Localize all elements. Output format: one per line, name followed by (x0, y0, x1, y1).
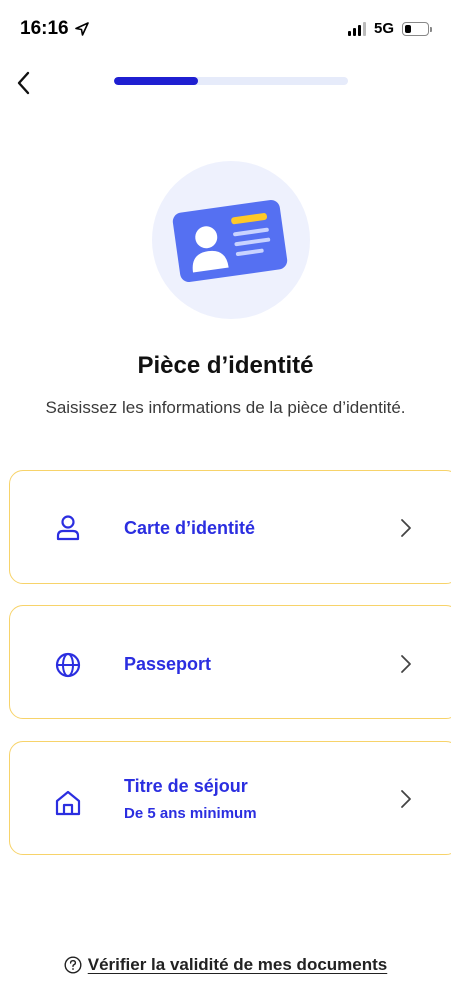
location-arrow-icon (74, 22, 89, 36)
battery-level (405, 24, 412, 33)
chevron-right-icon (401, 655, 411, 673)
help-circle-icon (64, 956, 82, 974)
option-label: Titre de séjour (124, 776, 248, 796)
page-title: Pièce d’identité (137, 352, 314, 379)
progress-bar (114, 77, 348, 85)
progress-fill (114, 77, 199, 85)
status-bar: 16:16 5G (0, 0, 451, 60)
option-label: Passeport (124, 654, 212, 674)
back-button[interactable] (8, 66, 38, 100)
verify-documents-text[interactable]: Vérifier la validité de mes documents (88, 955, 388, 975)
option-carte-identite[interactable]: Carte d’identité (9, 470, 451, 584)
user-icon (56, 515, 80, 541)
option-label: Carte d’identité (124, 518, 256, 538)
time-text: 16:16 (20, 18, 69, 39)
verify-documents-link[interactable]: Vérifier la validité de mes documents (0, 955, 451, 975)
status-time: 16:16 (20, 18, 89, 40)
option-titre-sejour[interactable]: Titre de séjour De 5 ans minimum (9, 741, 451, 855)
battery-icon (402, 21, 432, 36)
home-icon (55, 790, 81, 816)
chevron-right-icon (401, 519, 411, 537)
id-card-icon (172, 199, 288, 283)
signal-icon (347, 21, 366, 36)
network-label: 5G (373, 20, 394, 37)
chevron-right-icon (401, 790, 411, 808)
option-sublabel: De 5 ans minimum (124, 805, 257, 822)
status-indicators: 5G (347, 20, 432, 37)
globe-icon (55, 652, 81, 678)
option-passeport[interactable]: Passeport (9, 605, 451, 719)
page-subtitle: Saisissez les informations de la pièce d… (45, 398, 406, 417)
hero-illustration (152, 161, 310, 319)
chevron-left-icon (17, 71, 30, 95)
